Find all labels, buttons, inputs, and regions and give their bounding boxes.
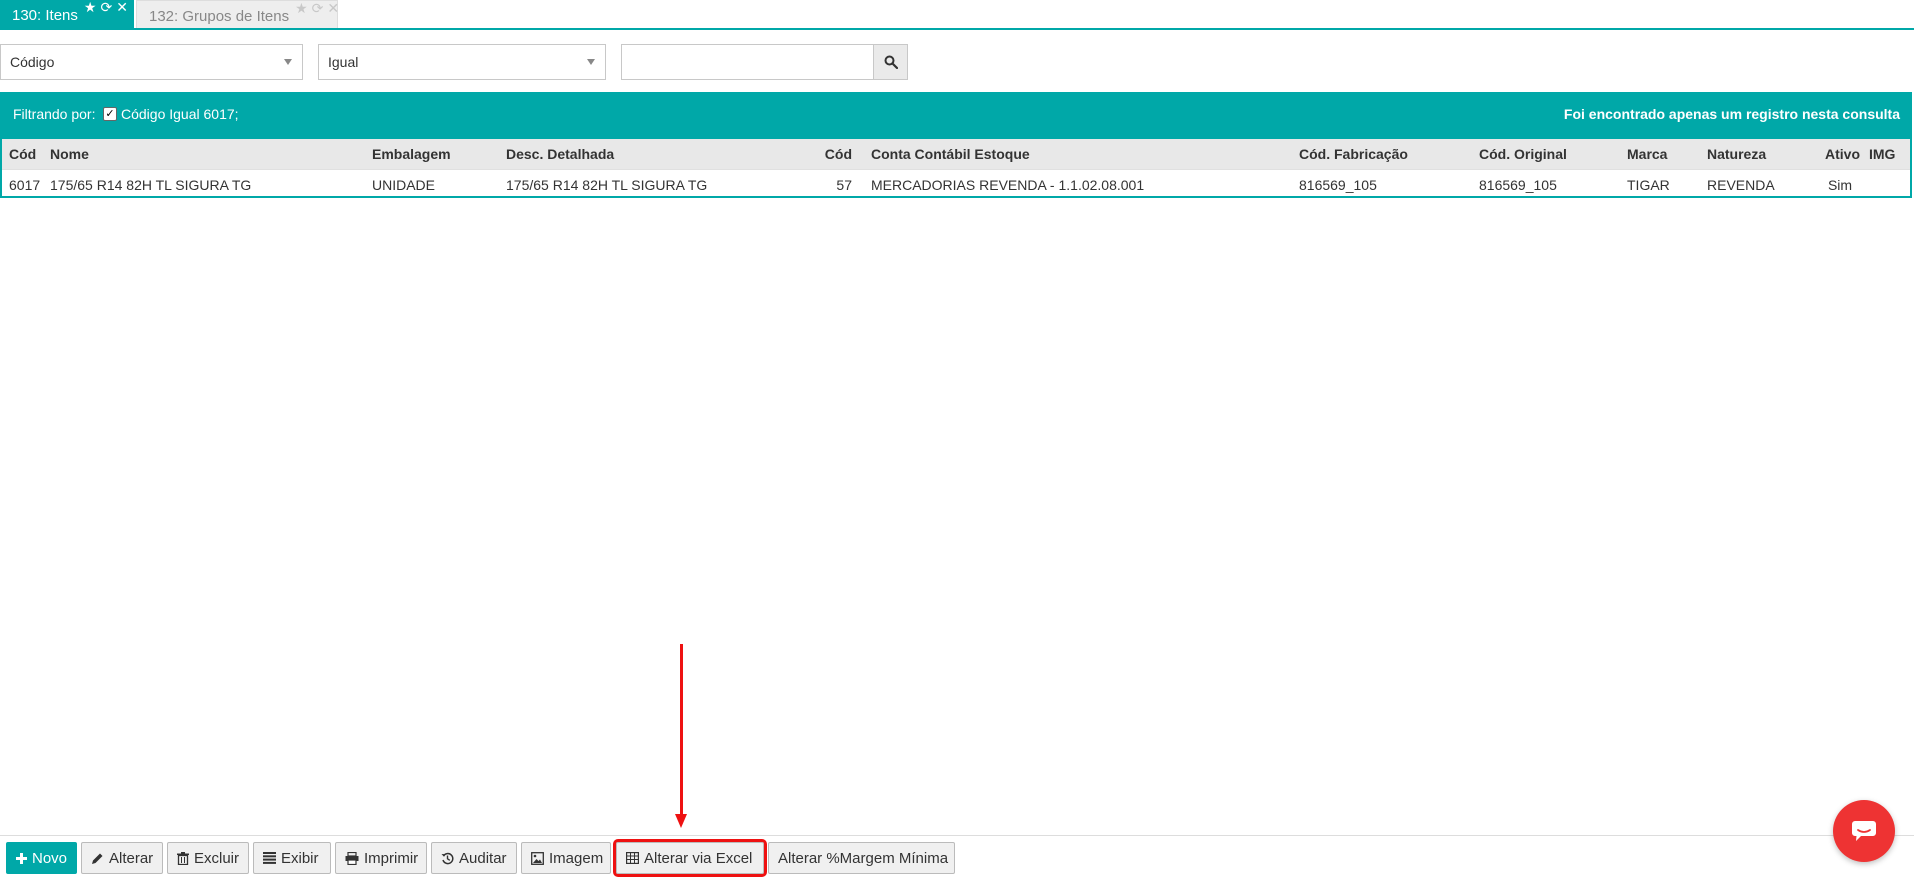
alterar-button-label: Alterar [109,849,154,867]
column-header[interactable]: Marca [1620,139,1700,170]
field-select[interactable]: Código [0,44,303,80]
search-input[interactable] [621,44,874,80]
column-header[interactable]: Cód. Original [1472,139,1620,170]
alterar-via-excel-button-label: Alterar via Excel [644,849,753,867]
search-button[interactable] [873,44,908,80]
trash-icon [177,851,189,865]
auditar-button-label: Auditar [459,849,507,867]
refresh-icon[interactable]: ⟳ [312,1,324,15]
table-icon [626,852,639,864]
plus-icon [16,852,27,864]
column-header[interactable]: Cód [2,139,43,170]
cell-desc-detalhada: 175/65 R14 82H TL SIGURA TG [499,169,803,199]
filter-checkbox[interactable]: ✓ [103,107,117,121]
column-header[interactable]: Cód [803,139,864,170]
caret-down-icon [284,59,292,65]
annotation-arrow-line [680,644,683,816]
imprimir-button[interactable]: Imprimir [335,842,427,874]
imagem-button-label: Imagem [549,849,604,867]
printer-icon [345,851,359,865]
operator-select-value: Igual [328,54,359,70]
tab-itens[interactable]: 130: Itens ★ ⟳ ✕ [0,0,134,28]
table-header-row: Cód Nome Embalagem Desc. Detalhada Cód C… [2,139,1910,170]
excluir-button-label: Excluir [194,849,240,867]
chat-widget-button[interactable] [1833,800,1895,862]
alterar-margem-minima-button-label: Alterar %Margem Mínima [778,849,949,867]
cell-embalagem: UNIDADE [365,169,499,199]
column-header[interactable]: Desc. Detalhada [499,139,803,170]
table-row[interactable]: 6017 175/65 R14 82H TL SIGURA TG UNIDADE… [2,169,1910,199]
caret-down-icon [587,59,595,65]
annotation-arrow-head [675,814,687,828]
operator-select[interactable]: Igual [318,44,606,80]
results-panel: Filtrando por: ✓ Código Igual 6017; Foi … [0,92,1912,199]
star-icon[interactable]: ★ [295,1,308,15]
list-icon [263,852,276,864]
column-header[interactable]: Cód. Fabricação [1292,139,1472,170]
column-header[interactable]: Nome [43,139,365,170]
alterar-margem-minima-button[interactable]: Alterar %Margem Mínima [768,842,955,874]
image-icon [531,851,544,865]
filter-chip-text: Código Igual 6017; [121,106,239,122]
search-icon [884,55,898,69]
tab-grupos-de-itens[interactable]: 132: Grupos de Itens ★ ⟳ ✕ [136,0,339,28]
chat-icon [1852,821,1876,841]
cell-cod-original: 816569_105 [1472,169,1620,199]
novo-button[interactable]: Novo [6,842,77,874]
alterar-button[interactable]: Alterar [81,842,163,874]
tab-label: 132: Grupos de Itens [149,8,290,25]
tab-bar: 130: Itens ★ ⟳ ✕ 132: Grupos de Itens ★ … [0,0,1914,30]
imagem-button[interactable]: Imagem [521,842,611,874]
column-header[interactable]: IMG [1862,139,1910,170]
column-header[interactable]: Embalagem [365,139,499,170]
cell-cod: 6017 [2,169,43,199]
result-count-text: Foi encontrado apenas um registro nesta … [1563,106,1900,122]
excluir-button[interactable]: Excluir [167,842,249,874]
cell-ativo: Sim [1818,169,1862,199]
column-header[interactable]: Ativo [1818,139,1862,170]
cell-img [1862,169,1910,199]
filter-summary-bar: Filtrando por: ✓ Código Igual 6017; Foi … [2,94,1910,139]
bottom-toolbar: Novo Alterar Excluir Exibir Imprimir Aud… [0,835,1914,878]
refresh-icon[interactable]: ⟳ [100,0,112,14]
column-header[interactable]: Natureza [1700,139,1818,170]
tab-label: 130: Itens [12,7,78,24]
field-select-value: Código [10,54,55,70]
filter-label: Filtrando por: [13,106,96,122]
imprimir-button-label: Imprimir [364,849,419,867]
pencil-icon [92,853,103,864]
cell-cod-conta: 57 [803,169,864,199]
cell-nome: 175/65 R14 82H TL SIGURA TG [43,169,365,199]
alterar-via-excel-button[interactable]: Alterar via Excel [613,839,767,877]
filter-chip[interactable]: ✓ Código Igual 6017; [103,106,239,122]
cell-cod-fabricacao: 816569_105 [1292,169,1472,199]
exibir-button-label: Exibir [281,849,319,867]
column-header[interactable]: Conta Contábil Estoque [864,139,1292,170]
close-icon[interactable]: ✕ [116,0,128,14]
cell-conta-contabil: MERCADORIAS REVENDA - 1.1.02.08.001 [864,169,1292,199]
cell-marca: TIGAR [1620,169,1700,199]
exibir-button[interactable]: Exibir [253,842,331,874]
star-icon[interactable]: ★ [84,0,97,14]
novo-button-label: Novo [32,849,68,867]
auditar-button[interactable]: Auditar [431,842,517,874]
history-icon [441,852,454,864]
page: 130: Itens ★ ⟳ ✕ 132: Grupos de Itens ★ … [0,0,1914,878]
results-table: Cód Nome Embalagem Desc. Detalhada Cód C… [2,139,1910,199]
close-icon[interactable]: ✕ [327,1,339,15]
cell-natureza: REVENDA [1700,169,1818,199]
